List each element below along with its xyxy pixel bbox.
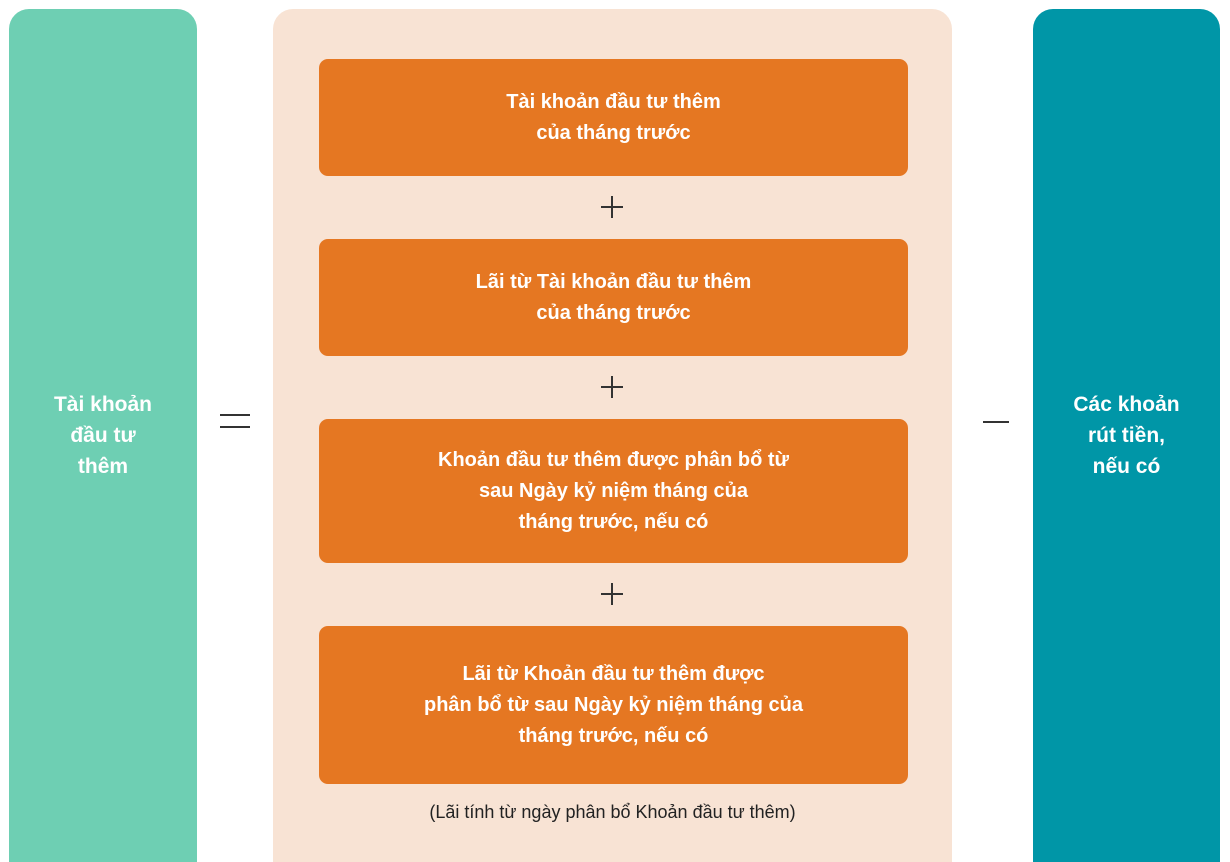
result-label: Tài khoản đầu tư thêm — [53, 393, 153, 478]
plus-sign — [597, 579, 627, 609]
term-label: Lãi từ Tài khoản đầu tư thêm của tháng t… — [475, 270, 752, 324]
term-box-previous-account: Tài khoản đầu tư thêm của tháng trước — [319, 59, 908, 176]
term-label: Tài khoản đầu tư thêm của tháng trước — [506, 90, 721, 144]
term-box-new-allocation-interest: Lãi từ Khoản đầu tư thêm được phân bổ từ… — [319, 626, 908, 784]
withdrawals-label: Các khoản rút tiền, nếu có — [1073, 393, 1180, 478]
term-label: Khoản đầu tư thêm được phân bổ từ sau Ng… — [438, 448, 789, 533]
formula-diagram: Tài khoản đầu tư thêm Tài khoản đầu tư t… — [0, 0, 1230, 862]
sum-panel: Tài khoản đầu tư thêm của tháng trước Lã… — [273, 9, 952, 862]
term-box-new-allocation: Khoản đầu tư thêm được phân bổ từ sau Ng… — [319, 419, 908, 563]
equals-sign — [220, 414, 250, 428]
result-box: Tài khoản đầu tư thêm — [9, 9, 197, 862]
withdrawals-box: Các khoản rút tiền, nếu có — [1033, 9, 1220, 862]
interest-note: (Lãi tính từ ngày phân bổ Khoản đầu tư t… — [429, 802, 796, 822]
plus-sign — [597, 372, 627, 402]
term-label: Lãi từ Khoản đầu tư thêm được phân bổ từ… — [424, 662, 803, 747]
minus-sign — [983, 421, 1009, 423]
plus-sign — [597, 192, 627, 222]
term-box-previous-interest: Lãi từ Tài khoản đầu tư thêm của tháng t… — [319, 239, 908, 356]
